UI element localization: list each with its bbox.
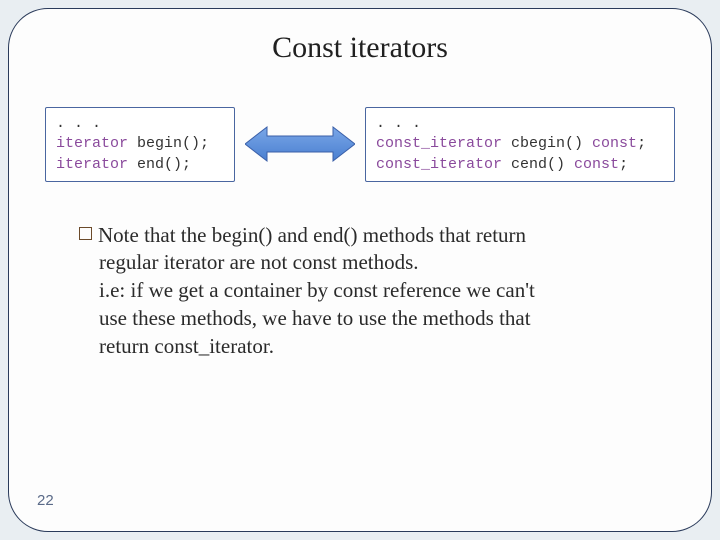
code-line: . . . xyxy=(56,114,224,134)
note-line: regular iterator are not const methods. xyxy=(99,249,641,277)
code-text: ; xyxy=(637,135,646,152)
code-box-const: . . . const_iterator cbegin() const; con… xyxy=(365,107,675,182)
code-line: const_iterator cbegin() const; xyxy=(376,134,664,154)
code-line: . . . xyxy=(376,114,664,134)
code-box-nonconst: . . . iterator begin(); iterator end(); xyxy=(45,107,235,182)
keyword: const_iterator xyxy=(376,156,502,173)
code-text: cend() xyxy=(502,156,574,173)
note-line: i.e: if we get a container by const refe… xyxy=(99,277,641,305)
square-bullet-icon xyxy=(79,227,92,240)
note-paragraph: Note that the begin() and end() methods … xyxy=(79,222,641,361)
keyword: const xyxy=(574,156,619,173)
keyword: iterator xyxy=(56,135,128,152)
code-text: cbegin() xyxy=(502,135,592,152)
keyword: const xyxy=(592,135,637,152)
code-text: end(); xyxy=(128,156,191,173)
page-number: 22 xyxy=(37,492,54,509)
code-line: iterator end(); xyxy=(56,155,224,175)
keyword: iterator xyxy=(56,156,128,173)
note-line: return const_iterator. xyxy=(99,333,641,361)
keyword: const_iterator xyxy=(376,135,502,152)
slide-frame: Const iterators . . . iterator begin(); … xyxy=(8,8,712,532)
note-line: use these methods, we have to use the me… xyxy=(99,305,641,333)
note-line: Note that the begin() and end() methods … xyxy=(79,222,641,250)
code-comparison-row: . . . iterator begin(); iterator end(); … xyxy=(9,107,711,182)
double-arrow-icon xyxy=(245,114,355,174)
slide-title: Const iterators xyxy=(9,31,711,65)
code-line: const_iterator cend() const; xyxy=(376,155,664,175)
code-text: begin(); xyxy=(128,135,209,152)
note-text: Note that the begin() and end() methods … xyxy=(98,222,526,250)
code-line: iterator begin(); xyxy=(56,134,224,154)
code-text: ; xyxy=(619,156,628,173)
